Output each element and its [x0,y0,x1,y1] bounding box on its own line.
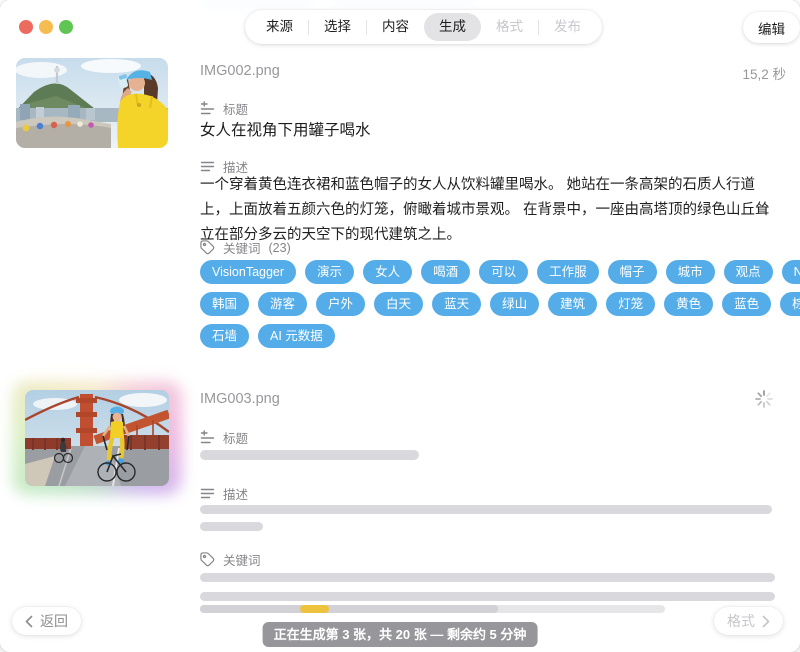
keyword-pill[interactable]: N首尔塔 [782,260,800,284]
title-label-text: 标题 [223,99,248,118]
progress-marker [300,605,329,613]
keyword-pill[interactable]: 绿山 [490,292,539,316]
keyword-pill[interactable]: 蓝天 [432,292,481,316]
toolbar-tab[interactable]: 选择 [309,13,366,41]
app-window: 来源选择内容生成格式发布 编辑 [0,0,800,652]
thumbnail-img003-processing-glow [12,381,182,495]
toolbar-tab[interactable]: 来源 [251,13,308,41]
keyword-pill[interactable]: 女人 [363,260,412,284]
toolbar: 来源选择内容生成格式发布 编辑 [0,0,800,55]
progress-filled [200,605,498,613]
window-close-button[interactable] [19,20,33,34]
keyword-pill[interactable]: 游客 [258,292,307,316]
keywords-label-text: 关键词 [223,238,261,257]
entry2-description-skeleton [200,522,263,531]
title-icon [200,430,215,445]
toolbar-tab[interactable]: 生成 [424,13,481,41]
keyword-pill[interactable]: 帽子 [608,260,657,284]
keyword-pill[interactable]: 工作服 [537,260,599,284]
processing-spinner-icon [754,389,774,409]
keyword-pill[interactable]: 可以 [479,260,528,284]
keyword-pill[interactable]: 喝酒 [421,260,470,284]
toolbar-tab[interactable]: 内容 [367,13,424,41]
description-icon [200,159,215,174]
entry1-title[interactable]: 女人在视角下用罐子喝水 [200,118,371,140]
window-minimize-button[interactable] [39,20,53,34]
entry1-filename: IMG002.png [200,63,280,79]
keywords-label-text: 关键词 [223,550,261,569]
generation-status-toast: 正在生成第 3 张，共 20 张 — 剩余约 5 分钟 [263,622,538,647]
thumbnail-img002[interactable] [16,58,168,148]
chevron-left-icon [25,615,33,628]
keyword-pill[interactable]: 白天 [374,292,423,316]
back-button-label: 返回 [40,611,68,631]
description-icon [200,486,215,501]
entry2-filename: IMG003.png [200,391,280,407]
workflow-step-tabs: 来源选择内容生成格式发布 [245,10,602,44]
keywords-count: (23) [269,241,291,255]
entry2-description-skeleton [200,505,772,514]
entry2-keywords-label: 关键词 [200,550,261,569]
entry1-generation-time: 15,2 秒 [742,63,786,83]
keyword-pill[interactable]: 城市 [666,260,715,284]
keyword-pill[interactable]: VisionTagger [200,260,296,284]
edit-button[interactable]: 编辑 [743,12,800,43]
keyword-pill[interactable]: 棕色头发 [780,292,800,316]
keyword-pill[interactable]: 观点 [724,260,773,284]
title-icon [200,101,215,116]
entry2-keywords-skeleton [200,573,775,582]
format-button-label: 格式 [727,611,755,631]
tag-icon [200,552,215,567]
generation-progress-bar [200,605,665,613]
chevron-right-icon [762,615,770,628]
keyword-pill[interactable]: 灯笼 [606,292,655,316]
entry1-title-label: 标题 [200,99,248,118]
keyword-pill[interactable]: 黄色 [664,292,713,316]
format-next-button[interactable]: 格式 [714,607,783,635]
entry2-title-label: 标题 [200,428,248,447]
toolbar-tab: 格式 [481,13,538,41]
entry2-title-skeleton [200,450,419,460]
keyword-pill[interactable]: 石墙 [200,324,249,348]
keyword-pill[interactable]: AI 元数据 [258,324,335,348]
keyword-pill[interactable]: 韩国 [200,292,249,316]
toolbar-tab: 发布 [539,13,596,41]
keyword-pill[interactable]: 蓝色 [722,292,771,316]
entry1-keywords-label: 关键词 (23) [200,238,291,257]
window-zoom-button[interactable] [59,20,73,34]
title-label-text: 标题 [223,428,248,447]
thumbnail-img003[interactable] [25,390,169,486]
entry2-keywords-skeleton [200,592,775,601]
entry2-description-label: 描述 [200,484,248,503]
description-label-text: 描述 [223,484,248,503]
keyword-pill[interactable]: 户外 [316,292,365,316]
tag-icon [200,240,215,255]
keyword-pill[interactable]: 演示 [305,260,354,284]
keyword-pill[interactable]: 建筑 [548,292,597,316]
back-button[interactable]: 返回 [12,607,81,635]
entry1-description[interactable]: 一个穿着黄色连衣裙和蓝色帽子的女人从饮料罐里喝水。 她站在一条高架的石质人行道上… [200,173,778,248]
entry1-keyword-pills: VisionTagger 演示女人喝酒可以工作服帽子城市观点 N首尔塔 韩国游客户外… [200,260,800,348]
